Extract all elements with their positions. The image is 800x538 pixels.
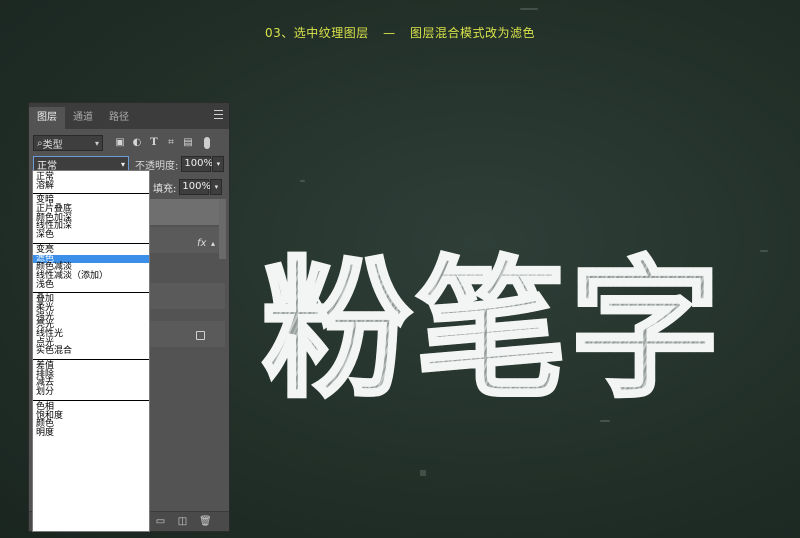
chalk-text: 粉笔字 bbox=[260, 236, 762, 426]
folder-icon[interactable]: ▭ bbox=[155, 516, 166, 527]
new-layer-icon[interactable]: ◫ bbox=[177, 516, 188, 527]
fill-row: 填充: 100% ▾ bbox=[153, 178, 223, 196]
fill-label: 填充: bbox=[153, 183, 177, 195]
blend-mode-group: 正常 溶解 bbox=[33, 171, 149, 195]
blend-mode-group: 变暗 正片叠底 颜色加深 线性加深 深色 bbox=[33, 194, 149, 244]
chevron-down-icon: ▾ bbox=[94, 138, 99, 148]
blend-mode-group: 色相 饱和度 颜色 明度 bbox=[33, 401, 149, 441]
blend-mode-option[interactable]: 明度 bbox=[33, 429, 149, 438]
layer-row-selected[interactable] bbox=[149, 199, 225, 225]
caption-step: 03、选中纹理图层 bbox=[265, 26, 369, 40]
step-caption: 03、选中纹理图层 — 图层混合模式改为滤色 bbox=[0, 24, 800, 41]
blend-mode-option[interactable]: 实色混合 bbox=[33, 347, 149, 356]
filter-icons: ▣ ◐ T ⌗ ▤ bbox=[115, 137, 210, 149]
filter-kind-select[interactable]: ⌕ 类型 ▾ bbox=[33, 135, 103, 151]
blend-mode-option[interactable]: 溶解 bbox=[33, 181, 149, 191]
blend-mode-group: 差值 排除 减去 划分 bbox=[33, 360, 149, 401]
chalk-speck bbox=[300, 180, 305, 182]
adjustment-filter-icon[interactable]: ◐ bbox=[132, 138, 142, 148]
chalk-speck bbox=[420, 470, 426, 476]
layer-row[interactable] bbox=[149, 283, 225, 309]
chalk-speck bbox=[520, 8, 538, 10]
tab-layers[interactable]: 图层 bbox=[29, 107, 65, 129]
smart-object-filter-icon[interactable]: ▤ bbox=[183, 138, 193, 148]
trash-icon[interactable]: 🗑 bbox=[199, 516, 212, 527]
blend-mode-option[interactable]: 浅色 bbox=[33, 280, 149, 290]
blend-mode-group: 叠加 柔光 强光 亮光 线性光 点光 实色混合 bbox=[33, 293, 149, 361]
chevron-up-icon[interactable]: ▴ bbox=[211, 239, 215, 248]
opacity-chevron-icon[interactable]: ▾ bbox=[212, 156, 225, 172]
filter-kind-value: 类型 bbox=[42, 139, 63, 151]
chevron-down-icon: ▾ bbox=[120, 159, 125, 169]
fill-chevron-icon[interactable]: ▾ bbox=[210, 179, 223, 195]
tab-paths[interactable]: 路径 bbox=[101, 107, 137, 129]
blend-mode-menu: 正常 溶解 变暗 正片叠底 颜色加深 线性加深 深色 变亮 滤色 颜色减淡 线性减淡（添加） 浅色 叠加… bbox=[32, 170, 150, 532]
scrollbar[interactable] bbox=[219, 199, 226, 259]
caption-dash: — bbox=[383, 26, 396, 40]
panel-tabs: 图层 通道 路径 bbox=[29, 103, 229, 129]
type-filter-icon[interactable]: T bbox=[149, 138, 159, 148]
fx-label[interactable]: fx bbox=[197, 238, 206, 249]
layer-row[interactable] bbox=[149, 321, 225, 347]
tab-channels[interactable]: 通道 bbox=[65, 107, 101, 129]
blend-mode-group: 变亮 滤色 颜色减淡 线性减淡（添加） 浅色 bbox=[33, 244, 149, 294]
panel-menu-icon[interactable] bbox=[214, 110, 223, 119]
blend-mode-option[interactable]: 划分 bbox=[33, 388, 149, 397]
caption-action: 图层混合模式改为滤色 bbox=[409, 26, 535, 40]
blend-mode-option[interactable]: 深色 bbox=[33, 231, 149, 240]
filter-toggle-icon[interactable] bbox=[204, 137, 210, 149]
lock-icon bbox=[196, 331, 205, 340]
fill-input[interactable]: 100% bbox=[179, 179, 211, 195]
shape-filter-icon[interactable]: ⌗ bbox=[166, 138, 176, 148]
filter-row: ⌕ 类型 ▾ ▣ ◐ T ⌗ ▤ bbox=[33, 133, 225, 153]
opacity-input[interactable]: 100% bbox=[181, 156, 213, 172]
image-filter-icon[interactable]: ▣ bbox=[115, 138, 125, 148]
chalk-artwork: 粉笔字 bbox=[260, 236, 762, 426]
